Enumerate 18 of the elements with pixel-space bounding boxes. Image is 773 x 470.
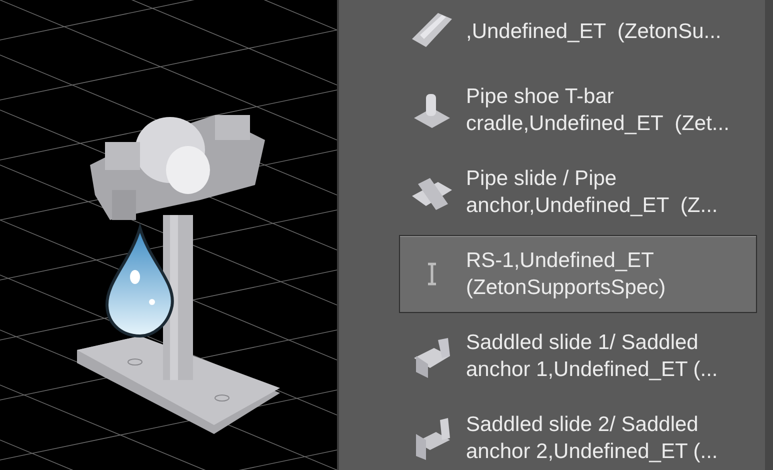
palette-item[interactable]: ,Undefined_ET (ZetonSu... xyxy=(399,0,757,67)
saddle-icon xyxy=(414,338,450,378)
item-label: RS-1,Undefined_ET (ZetonSupportsSpec) xyxy=(466,248,666,301)
item-label: Pipe shoe T-bar cradle,Undefined_ET (Zet... xyxy=(466,84,730,137)
item-label: ,Undefined_ET (ZetonSu... xyxy=(466,18,722,44)
item-label: Saddled slide 1/ Saddled anchor 1,Undefined_ET (... xyxy=(466,330,718,383)
beam-icon xyxy=(412,13,452,47)
item-label: Saddled slide 2/ Saddled anchor 2,Undefined_ET (... xyxy=(466,412,718,465)
palette-item[interactable]: Saddled slide 1/ Saddled anchor 1,Undefined_ET (... xyxy=(399,317,757,395)
palette-item[interactable]: RS-1,Undefined_ET (ZetonSupportsSpec) xyxy=(399,235,757,313)
item-label: Pipe slide / Pipe anchor,Undefined_ET (Z... xyxy=(466,166,718,219)
support-icon xyxy=(426,262,438,286)
shoe-icon xyxy=(414,94,450,128)
palette-item[interactable]: Saddled slide 2/ Saddled anchor 2,Undefined_ET (... xyxy=(399,399,757,470)
cross-slide-icon xyxy=(412,178,452,210)
palette-item[interactable]: Pipe shoe T-bar cradle,Undefined_ET (Zet... xyxy=(399,71,757,149)
palette-item[interactable]: Pipe slide / Pipe anchor,Undefined_ET (Z... xyxy=(399,153,757,231)
saddle-icon xyxy=(416,418,450,460)
